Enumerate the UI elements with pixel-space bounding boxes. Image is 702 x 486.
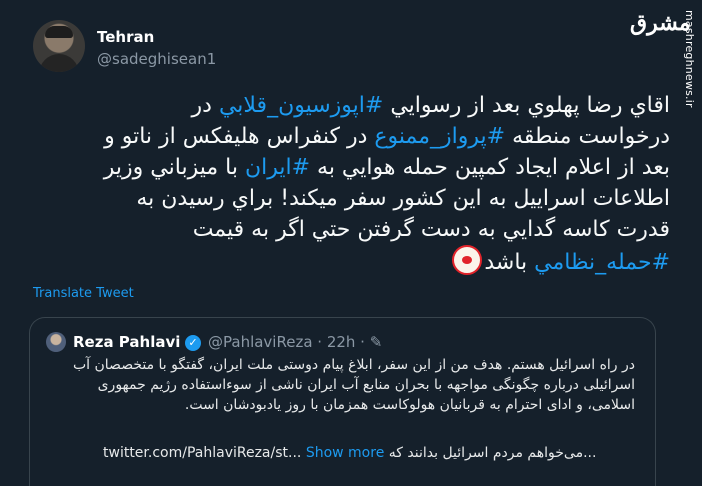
quote-link[interactable]: twitter.com/PahlaviReza/st... xyxy=(103,445,301,461)
clown-emoji-icon xyxy=(452,245,483,275)
quoted-tweet[interactable]: Reza Pahlavi ✓ @PahlaviReza · 22h · ✎ در… xyxy=(29,317,656,486)
tweet-line: قدرت كاسه گدايي به دست گرفتن حتي اگر به … xyxy=(192,217,670,242)
quote-text: در راه اسرائیل هستم. هدف من از این سفر، … xyxy=(72,357,635,413)
author-handle[interactable]: @sadeghisean1 xyxy=(97,50,216,68)
tweet-line: اطلاعات اسراييل به اين كشور سفر ميكند! ب… xyxy=(136,186,670,211)
author-avatar[interactable] xyxy=(33,20,85,72)
hashtag[interactable]: #ايران xyxy=(245,155,310,180)
show-more-link[interactable]: Show more xyxy=(306,445,385,461)
quote-last-line: twitter.com/PahlaviReza/st... Show more … xyxy=(103,445,596,461)
translate-tweet-link[interactable]: Translate Tweet xyxy=(33,286,134,301)
quote-author-name[interactable]: Reza Pahlavi xyxy=(73,333,180,351)
brand-logo: مشرق xyxy=(630,10,691,36)
tweet-line: #حمله_نظامي باشد xyxy=(26,245,670,278)
tweet-line: بعد از اعلام ايجاد كمپين حمله هوايي به #… xyxy=(103,155,670,180)
quote-meta: @PahlaviReza · 22h · ✎ xyxy=(208,333,383,351)
tweet-line: درخواست منطقه #پرواز_ممنوع در كنفراس هلي… xyxy=(104,124,670,149)
tweet-text: اقاي رضا پهلوي بعد از رسوايي #اپوزسیون_ق… xyxy=(26,90,670,278)
verified-badge-icon: ✓ xyxy=(185,335,201,351)
hashtag[interactable]: #اپوزسیون_قلابي xyxy=(219,93,383,118)
tweet-line: اقاي رضا پهلوي بعد از رسوايي #اپوزسیون_ق… xyxy=(191,93,670,118)
hashtag[interactable]: #پرواز_ممنوع xyxy=(374,124,505,149)
hashtag[interactable]: #حمله_نظامي xyxy=(534,250,670,275)
author-name[interactable]: Tehran xyxy=(97,28,154,46)
watermark: mashreghnews.ir xyxy=(683,10,696,108)
quote-truncated-text: می‌خواهم مردم اسرائیل بدانند که... xyxy=(388,445,597,461)
avatar-shoulders xyxy=(39,54,79,72)
avatar-cap xyxy=(45,26,73,38)
quote-avatar[interactable] xyxy=(46,332,66,352)
